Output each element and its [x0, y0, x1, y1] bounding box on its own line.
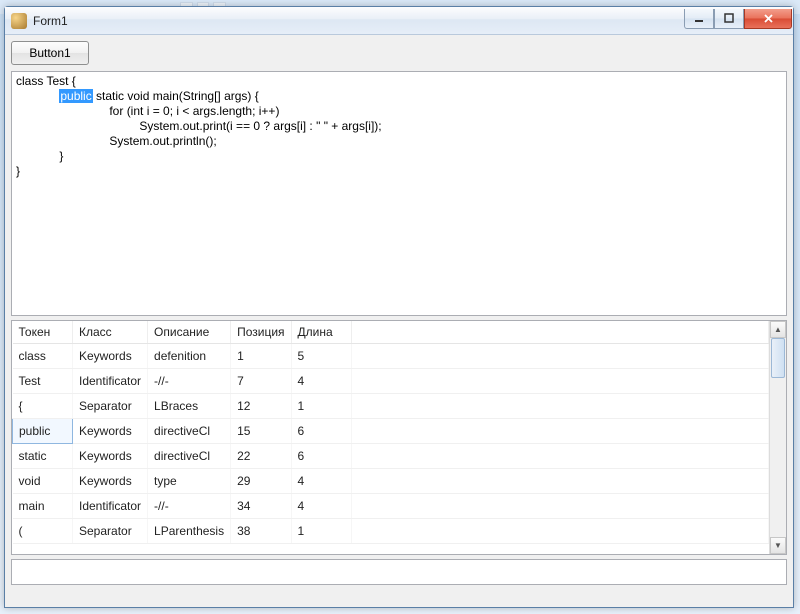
table-row[interactable]: mainIdentificator-//-344	[13, 494, 769, 519]
table-cell[interactable]: 1	[291, 519, 351, 544]
table-cell[interactable]: 29	[231, 469, 291, 494]
table-cell[interactable]	[351, 444, 768, 469]
table-cell[interactable]: 1	[291, 394, 351, 419]
table-cell[interactable]: Keywords	[73, 419, 148, 444]
vertical-scrollbar[interactable]: ▲ ▼	[769, 321, 786, 554]
column-header-filler	[351, 321, 768, 344]
table-cell[interactable]	[351, 494, 768, 519]
table-cell[interactable]	[351, 469, 768, 494]
table-cell[interactable]: (	[13, 519, 73, 544]
table-cell[interactable]: Separator	[73, 394, 148, 419]
table-cell[interactable]: Keywords	[73, 344, 148, 369]
table-cell[interactable]: -//-	[148, 494, 231, 519]
scroll-up-button[interactable]: ▲	[770, 321, 786, 338]
table-cell[interactable]: Separator	[73, 519, 148, 544]
maximize-icon	[724, 13, 734, 23]
table-row[interactable]: staticKeywordsdirectiveCl226	[13, 444, 769, 469]
scroll-track[interactable]	[770, 338, 786, 537]
table-cell[interactable]: public	[13, 419, 73, 444]
table-cell[interactable]: 4	[291, 369, 351, 394]
table-cell[interactable]: type	[148, 469, 231, 494]
table-row[interactable]: classKeywordsdefenition15	[13, 344, 769, 369]
table-cell[interactable]: 1	[231, 344, 291, 369]
table-cell[interactable]: defenition	[148, 344, 231, 369]
status-panel[interactable]	[11, 559, 787, 585]
table-cell[interactable]: 12	[231, 394, 291, 419]
maximize-button[interactable]	[714, 9, 744, 29]
scroll-thumb[interactable]	[771, 338, 785, 378]
table-cell[interactable]: 4	[291, 494, 351, 519]
minimize-icon	[694, 13, 704, 23]
table-cell[interactable]: main	[13, 494, 73, 519]
table-cell[interactable]: {	[13, 394, 73, 419]
table-cell[interactable]	[351, 394, 768, 419]
column-header[interactable]: Токен	[13, 321, 73, 344]
table-cell[interactable]: static	[13, 444, 73, 469]
token-table-scroll[interactable]: ТокенКлассОписаниеПозицияДлина classKeyw…	[12, 321, 769, 554]
column-header[interactable]: Длина	[291, 321, 351, 344]
table-cell[interactable]: class	[13, 344, 73, 369]
table-row[interactable]: {SeparatorLBraces121	[13, 394, 769, 419]
table-cell[interactable]: 34	[231, 494, 291, 519]
column-header[interactable]: Класс	[73, 321, 148, 344]
table-cell[interactable]: 38	[231, 519, 291, 544]
table-cell[interactable]	[351, 344, 768, 369]
table-cell[interactable]	[351, 419, 768, 444]
table-cell[interactable]	[351, 369, 768, 394]
table-cell[interactable]: -//-	[148, 369, 231, 394]
table-cell[interactable]: 6	[291, 419, 351, 444]
token-table[interactable]: ТокенКлассОписаниеПозицияДлина classKeyw…	[12, 321, 769, 544]
table-cell[interactable]: 5	[291, 344, 351, 369]
table-cell[interactable]: directiveCl	[148, 419, 231, 444]
table-cell[interactable]: LParenthesis	[148, 519, 231, 544]
table-cell[interactable]: directiveCl	[148, 444, 231, 469]
table-cell[interactable]: 7	[231, 369, 291, 394]
table-row[interactable]: (SeparatorLParenthesis381	[13, 519, 769, 544]
app-icon	[11, 13, 27, 29]
table-cell[interactable]: void	[13, 469, 73, 494]
table-cell[interactable]: 15	[231, 419, 291, 444]
window-title: Form1	[33, 14, 684, 28]
table-cell[interactable]: 22	[231, 444, 291, 469]
close-button[interactable]	[744, 9, 792, 29]
highlighted-token: public	[59, 89, 92, 103]
scroll-down-button[interactable]: ▼	[770, 537, 786, 554]
column-header[interactable]: Позиция	[231, 321, 291, 344]
button1[interactable]: Button1	[11, 41, 89, 65]
table-row[interactable]: TestIdentificator-//-74	[13, 369, 769, 394]
column-header[interactable]: Описание	[148, 321, 231, 344]
table-cell[interactable]: Identificator	[73, 369, 148, 394]
button1-label: Button1	[29, 46, 70, 60]
table-row[interactable]: publicKeywordsdirectiveCl156	[13, 419, 769, 444]
minimize-button[interactable]	[684, 9, 714, 29]
table-cell[interactable]	[351, 519, 768, 544]
client-area: Button1 class Test { public static void …	[5, 35, 793, 607]
table-row[interactable]: voidKeywordstype294	[13, 469, 769, 494]
table-cell[interactable]: 6	[291, 444, 351, 469]
table-cell[interactable]: Keywords	[73, 469, 148, 494]
main-window: Form1 Button1 class Test { public static…	[4, 6, 794, 608]
table-cell[interactable]: Test	[13, 369, 73, 394]
window-controls	[684, 9, 792, 29]
table-cell[interactable]: 4	[291, 469, 351, 494]
table-cell[interactable]: Identificator	[73, 494, 148, 519]
titlebar[interactable]: Form1	[5, 7, 793, 35]
table-cell[interactable]: LBraces	[148, 394, 231, 419]
close-icon	[763, 13, 774, 24]
code-editor[interactable]: class Test { public static void main(Str…	[11, 71, 787, 316]
token-table-panel: ТокенКлассОписаниеПозицияДлина classKeyw…	[11, 320, 787, 555]
table-cell[interactable]: Keywords	[73, 444, 148, 469]
